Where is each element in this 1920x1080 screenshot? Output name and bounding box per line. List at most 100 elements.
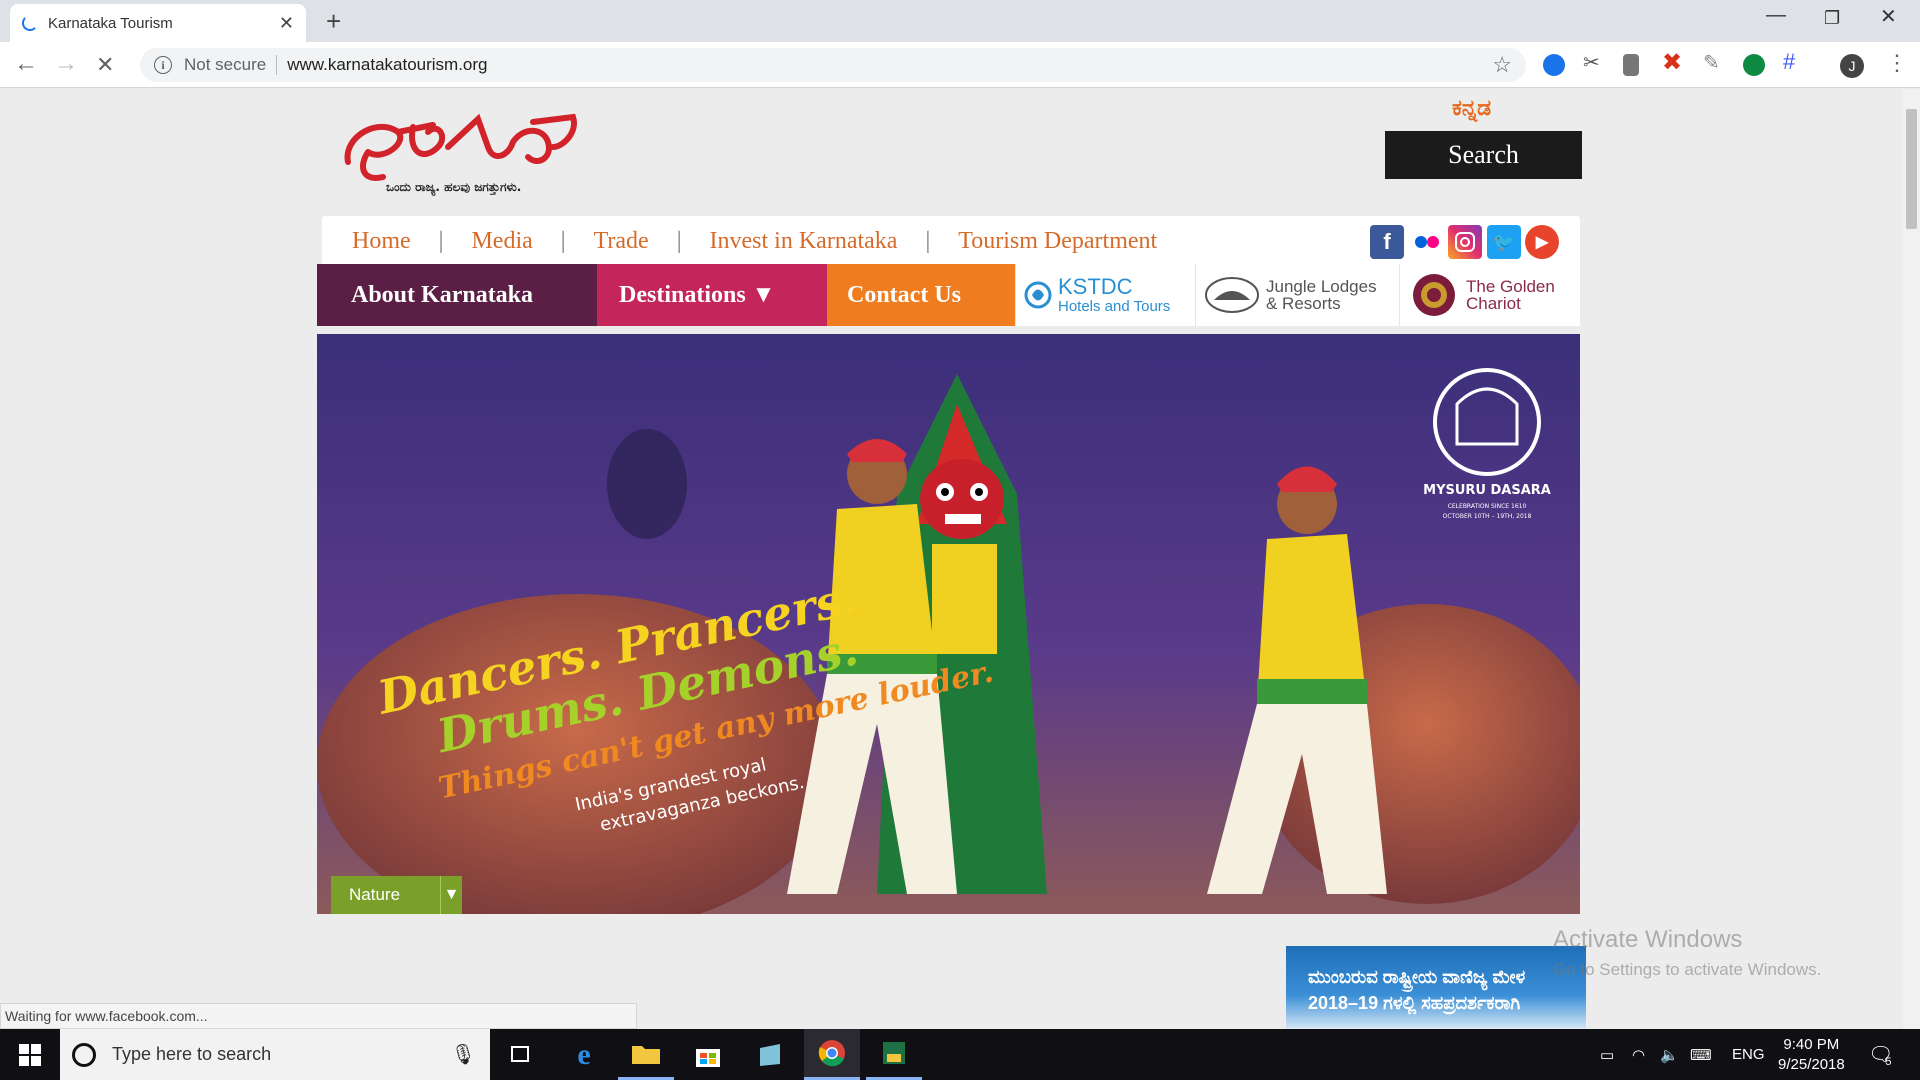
windows-taskbar: Type here to search 🎙 e ▭ ◠ 🔈 ⌨ ENG 9:40… [0,1029,1920,1080]
profile-avatar[interactable]: J [1840,54,1864,78]
extension-icon-5[interactable]: ✎ [1703,50,1725,74]
nav-tourism-dept-link[interactable]: Tourism Department [958,228,1157,255]
banner-line-1: ಮುಂಬರುವ ರಾಷ್ಟ್ರೀಯ ವಾಣಿಜ್ಯ ಮೇಳ [1308,967,1526,987]
windows-logo-icon [19,1043,41,1066]
loading-spinner-icon [22,15,38,31]
search-button[interactable]: Search [1385,131,1582,179]
badge-dates: OCTOBER 10TH – 19TH, 2018 [1443,513,1532,520]
back-arrow-icon[interactable]: ← [14,50,38,78]
spreadsheet-icon [883,1042,905,1064]
web-page: ಒಂದು ರಾಜ್ಯ. ಹಲವು ಜಗತ್ತುಗಳು. ಕನ್ನಡ Search… [0,89,1920,1029]
battery-icon[interactable]: ▭ [1600,1029,1614,1080]
tab-title: Karnataka Tourism [48,14,173,32]
scrollbar-thumb[interactable] [1906,109,1917,229]
url-text[interactable]: www.karnatakatourism.org [277,55,1492,75]
twitter-icon[interactable]: 🐦 [1487,225,1521,259]
activate-windows-hint: Go to Settings to activate Windows. [1553,960,1822,979]
youtube-icon[interactable]: ▶ [1525,225,1559,259]
nav-trade-link[interactable]: Trade [594,228,649,255]
trade-fair-banner[interactable]: ಮುಂಬರುವ ರಾಷ್ಟ್ರೀಯ ವಾಣಿಜ್ಯ ಮೇಳ 2018–19 ಗಳ… [1286,946,1586,1028]
kannada-language-link[interactable]: ಕನ್ನಡ [1452,95,1491,121]
menu-kebab-icon[interactable]: ⋮ [1886,50,1908,76]
facebook-icon[interactable]: f [1370,225,1404,259]
page-scrollbar[interactable] [1903,89,1920,1029]
instagram-icon[interactable] [1448,225,1482,259]
nature-dropdown-label: Nature [349,885,401,904]
banner-line-2: 2018–19 ಗಳಲ್ಲಿ ಸಹಪ್ರದರ್ಶಕರಾಗಿ [1308,993,1521,1013]
nav-separator: | [676,227,682,254]
badge-title: MYSURU DASARA [1423,483,1551,498]
new-tab-button[interactable]: + [326,6,341,37]
app-window-icon [760,1043,780,1066]
demon-body [932,544,997,654]
security-status[interactable]: Not secure [184,55,278,75]
destinations-menu[interactable]: Destinations ▼ [597,264,827,326]
language-indicator[interactable]: ENG [1732,1029,1765,1080]
golden-chariot-name-1: The Golden [1466,277,1555,296]
extension-icon-6[interactable] [1743,54,1765,76]
karnataka-logo[interactable]: ಒಂದು ರಾಜ್ಯ. ಹಲವು ಜಗತ್ತುಗಳು. [338,107,588,197]
extension-icon-2[interactable]: ✂ [1583,50,1605,74]
nav-home-link[interactable]: Home [352,228,411,255]
close-window-icon[interactable]: ✕ [1880,4,1897,29]
file-explorer-app[interactable] [618,1029,674,1080]
keyboard-icon[interactable]: ⌨ [1690,1029,1712,1080]
contact-us-menu[interactable]: Contact Us [827,264,1015,326]
activate-windows-watermark: Activate Windows [1553,926,1743,953]
edge-icon: e [577,1037,591,1071]
nav-separator: | [925,227,931,254]
flickr-icon[interactable] [1410,225,1444,259]
minimize-icon[interactable]: — [1766,4,1786,27]
task-view-button[interactable] [492,1029,548,1080]
kstdc-name: KSTDC [1058,273,1133,299]
browser-tab[interactable]: Karnataka Tourism ✕ [10,4,306,42]
nav-separator: | [438,227,444,254]
logo-tagline: ಒಂದು ರಾಜ್ಯ. ಹಲವು ಜಗತ್ತುಗಳು. [386,180,521,197]
close-tab-icon[interactable]: ✕ [279,13,294,34]
extension-icon-4[interactable]: ✖ [1662,48,1684,76]
forward-arrow-icon[interactable]: → [54,50,78,78]
extension-icon-3[interactable] [1623,54,1639,76]
folder-icon [632,1046,660,1064]
nav-media-link[interactable]: Media [471,228,532,255]
clock-date: 9/25/2018 [1778,1056,1845,1073]
taskbar-search-placeholder: Type here to search [112,1044,272,1064]
jungle-lodges-link[interactable]: Jungle Lodges & Resorts [1195,264,1399,326]
golden-chariot-logo-icon [1413,274,1455,316]
nav-separator: | [560,227,566,254]
info-icon[interactable]: i [154,56,172,74]
store-app[interactable] [680,1029,736,1080]
golden-chariot-link[interactable]: The Golden Chariot [1399,264,1580,326]
action-center-button[interactable]: 🗨 5 [1868,1029,1893,1080]
address-bar[interactable]: i Not secure www.karnatakatourism.org ☆ [140,48,1526,82]
task-view-icon [511,1045,529,1062]
generic-app[interactable] [742,1029,798,1080]
stop-loading-icon[interactable]: ✕ [96,52,114,78]
store-bag-icon [696,1048,720,1067]
microphone-icon[interactable]: 🎙 [451,1042,476,1067]
clock-time: 9:40 PM [1783,1036,1840,1053]
hero-banner[interactable]: Dancers. Prancers. Drums. Demons. Things… [317,334,1580,914]
edge-app[interactable]: e [556,1029,612,1080]
taskbar-clock[interactable]: 9:40 PM 9/25/2018 [1778,1035,1845,1075]
network-icon[interactable]: ◠ [1632,1029,1645,1080]
golden-chariot-name-2: Chariot [1466,294,1521,313]
volume-icon[interactable]: 🔈 [1660,1029,1679,1080]
bookmark-star-icon[interactable]: ☆ [1492,52,1512,78]
about-karnataka-menu[interactable]: About Karnataka [317,264,597,326]
nav-invest-link[interactable]: Invest in Karnataka [710,228,898,255]
browser-tabbar: Karnataka Tourism ✕ + — ❐ ✕ [0,0,1920,42]
main-nav: About Karnataka Destinations ▼ Contact U… [317,264,1580,326]
start-button[interactable] [2,1029,58,1080]
extension-icon-1[interactable] [1543,54,1565,76]
browser-toolbar: ← → ✕ i Not secure www.karnatakatourism.… [0,42,1920,88]
chrome-app[interactable] [804,1029,860,1080]
extension-icon-7[interactable]: # [1783,49,1805,74]
kstdc-link[interactable]: KSTDC Hotels and Tours [1015,264,1195,326]
taskbar-search-box[interactable]: Type here to search 🎙 [60,1029,490,1080]
nature-dropdown[interactable]: Nature ▼ [331,876,462,914]
excel-app[interactable] [866,1029,922,1080]
dropdown-arrow-icon: ▼ [440,876,462,914]
restore-icon[interactable]: ❐ [1824,8,1840,29]
badge-subtitle: CELEBRATION SINCE 1610 [1448,503,1527,510]
